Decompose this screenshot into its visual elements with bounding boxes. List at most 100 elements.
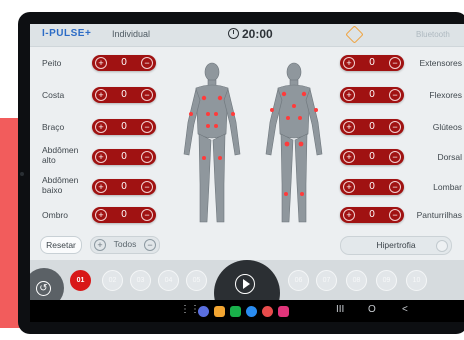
timer-value: 20:00 <box>242 27 273 41</box>
increase-button[interactable]: + <box>95 151 107 163</box>
all-decrease-button[interactable]: − <box>144 239 156 251</box>
channel-value: 0 <box>121 181 127 192</box>
mode-label[interactable]: Individual <box>112 29 150 39</box>
body-front-figure <box>183 62 241 223</box>
app-drawer-icon[interactable]: ⋮⋮ <box>180 304 200 315</box>
channel-value: 0 <box>369 121 375 132</box>
all-increase-button[interactable]: + <box>94 239 106 251</box>
channel-value: 0 <box>121 151 127 162</box>
channel-value: 0 <box>369 151 375 162</box>
decrease-button[interactable]: − <box>389 89 401 101</box>
channel-control-abdomen-baixo: + 0 − <box>92 179 156 195</box>
program-button-06[interactable]: 06 <box>288 270 309 291</box>
app-logo: I-PULSE+ <box>42 28 92 39</box>
channel-control-costa: + 0 − <box>92 87 156 103</box>
channel-control-panturrilhas: + 0 − <box>340 207 404 223</box>
increase-button[interactable]: + <box>95 121 107 133</box>
channel-control-ombro: + 0 − <box>92 207 156 223</box>
timer-icon <box>228 28 239 39</box>
program-button-10[interactable]: 10 <box>406 270 427 291</box>
program-button-08[interactable]: 08 <box>346 270 367 291</box>
channel-value: 0 <box>121 209 127 220</box>
program-button-07[interactable]: 07 <box>316 270 337 291</box>
camera-dot <box>20 172 24 176</box>
decrease-button[interactable]: − <box>141 181 153 193</box>
decrease-button[interactable]: − <box>141 121 153 133</box>
channel-label-extensores: Extensores <box>419 58 462 68</box>
increase-button[interactable]: + <box>95 89 107 101</box>
decrease-button[interactable]: − <box>389 181 401 193</box>
program-button-05[interactable]: 05 <box>186 270 207 291</box>
channel-label-ombro: Ombro <box>42 210 68 220</box>
channel-value: 0 <box>369 209 375 220</box>
increase-button[interactable]: + <box>343 57 355 69</box>
back-icon: ↺ <box>36 281 51 296</box>
dock-app-icon[interactable] <box>230 306 241 317</box>
channel-label-abdomen-alto: Abdômen alto <box>42 145 79 165</box>
body-back-figure <box>265 62 323 223</box>
channel-label-peito: Peito <box>42 58 62 68</box>
all-channels-label: Todos <box>113 239 137 249</box>
channel-control-flexores: + 0 − <box>340 87 404 103</box>
decrease-button[interactable]: − <box>141 151 153 163</box>
channel-control-lombar: + 0 − <box>340 179 404 195</box>
all-channels-control: + Todos − <box>90 236 160 254</box>
channel-value: 0 <box>121 57 127 68</box>
channel-control-dorsal: + 0 − <box>340 149 404 165</box>
program-button-04[interactable]: 04 <box>158 270 179 291</box>
session-timer: 20:00 <box>228 27 273 41</box>
program-button-02[interactable]: 02 <box>102 270 123 291</box>
channel-value: 0 <box>121 121 127 132</box>
decrease-button[interactable]: − <box>141 57 153 69</box>
increase-button[interactable]: + <box>95 209 107 221</box>
device-box-icon[interactable] <box>345 25 364 44</box>
increase-button[interactable]: + <box>95 181 107 193</box>
nav-recent-icon[interactable]: III <box>336 304 344 315</box>
increase-button[interactable]: + <box>343 209 355 221</box>
dock-app-icon[interactable] <box>262 306 273 317</box>
dock-app-icon[interactable] <box>278 306 289 317</box>
reset-button[interactable]: Resetar <box>40 236 82 254</box>
nav-home-icon[interactable]: O <box>368 304 376 315</box>
channel-label-flexores: Flexores <box>429 90 462 100</box>
program-toggle-knob[interactable] <box>436 240 448 252</box>
decrease-button[interactable]: − <box>389 121 401 133</box>
dock-app-icon[interactable] <box>214 306 225 317</box>
decrease-button[interactable]: − <box>389 57 401 69</box>
decrease-button[interactable]: − <box>389 151 401 163</box>
header-bar: I-PULSE+ Individual 20:00 Bluetooth <box>30 24 464 47</box>
nav-back-icon[interactable]: < <box>402 304 408 315</box>
program-button-01[interactable]: 01 <box>70 270 91 291</box>
decrease-button[interactable]: − <box>389 209 401 221</box>
dock-app-icon[interactable] <box>246 306 257 317</box>
channel-control-extensores: + 0 − <box>340 55 404 71</box>
channel-value: 0 <box>121 89 127 100</box>
increase-button[interactable]: + <box>343 121 355 133</box>
channel-value: 0 <box>369 181 375 192</box>
increase-button[interactable]: + <box>95 57 107 69</box>
increase-button[interactable]: + <box>343 181 355 193</box>
bluetooth-status[interactable]: Bluetooth <box>416 30 450 39</box>
system-navbar: ⋮⋮ III O < <box>30 300 464 322</box>
program-selector[interactable]: Hipertrofia <box>340 236 452 255</box>
channel-label-gluteos: Glúteos <box>432 122 462 132</box>
decrease-button[interactable]: − <box>141 209 153 221</box>
channel-value: 0 <box>369 57 375 68</box>
channel-control-peito: + 0 − <box>92 55 156 71</box>
program-button-03[interactable]: 03 <box>130 270 151 291</box>
channel-label-dorsal: Dorsal <box>437 152 462 162</box>
channel-label-abdomen-baixo: Abdômen baixo <box>42 175 79 195</box>
program-button-09[interactable]: 09 <box>376 270 397 291</box>
channel-control-gluteos: + 0 − <box>340 119 404 135</box>
dock-app-icon[interactable] <box>198 306 209 317</box>
channel-label-braco: Braço <box>42 122 65 132</box>
channel-label-costa: Costa <box>42 90 65 100</box>
channel-label-panturrilhas: Panturrilhas <box>416 210 462 220</box>
decrease-button[interactable]: − <box>141 89 153 101</box>
app-screen: I-PULSE+ Individual 20:00 Bluetooth Peit… <box>30 24 464 322</box>
channel-control-abdomen-alto: + 0 − <box>92 149 156 165</box>
increase-button[interactable]: + <box>343 89 355 101</box>
channel-value: 0 <box>369 89 375 100</box>
play-triangle <box>243 279 250 289</box>
increase-button[interactable]: + <box>343 151 355 163</box>
